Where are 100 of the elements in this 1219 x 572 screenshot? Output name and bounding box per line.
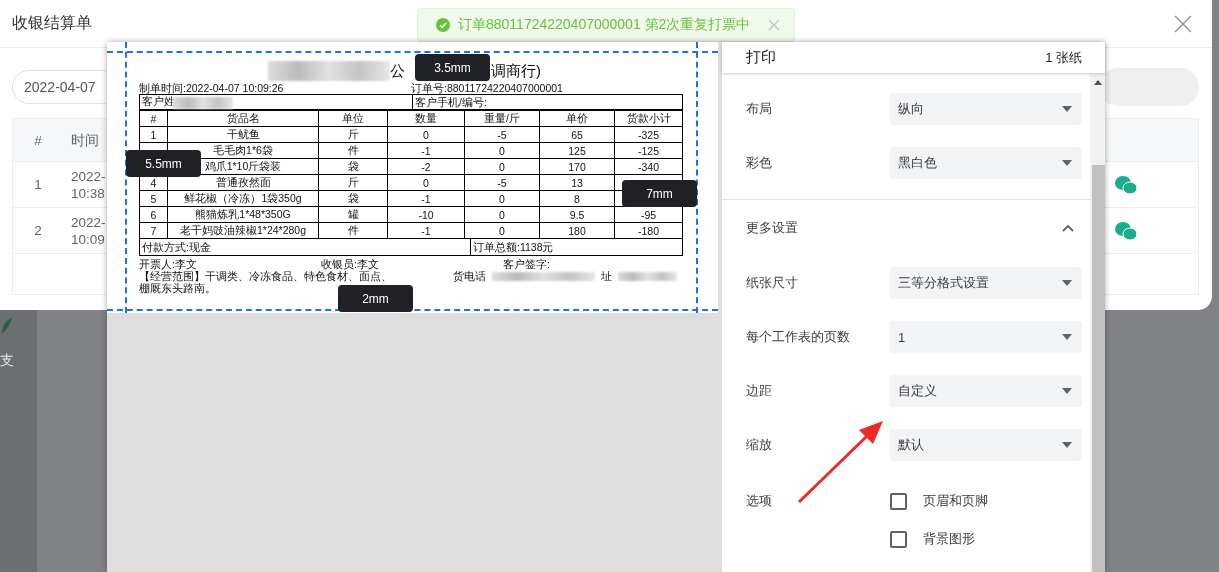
- table-cell: 袋: [318, 158, 388, 175]
- chevron-icon[interactable]: [1062, 224, 1074, 232]
- dropdown[interactable]: 三等分格式设置: [890, 267, 1082, 299]
- table-cell: -5: [464, 126, 540, 143]
- caret-icon: [1062, 388, 1072, 394]
- column-header: 数量: [387, 110, 465, 127]
- table-cell: 65: [539, 126, 615, 143]
- table-cell: 170: [539, 158, 615, 175]
- dropdown[interactable]: 默认: [890, 429, 1082, 461]
- caret-icon: [1062, 442, 1072, 448]
- column-header: #: [139, 110, 168, 127]
- table-cell: 5: [139, 190, 168, 207]
- table-cell: 客户手机/编号:: [412, 95, 684, 109]
- checkbox[interactable]: [890, 492, 907, 510]
- table-cell: 0: [464, 142, 540, 159]
- dialog-title: 收银结算单: [12, 13, 92, 33]
- table-cell: -2: [387, 158, 465, 175]
- margin-tooltip: 3.5mm: [415, 54, 490, 81]
- dropdown[interactable]: 自定义: [890, 375, 1082, 407]
- column-header: 货款小计: [614, 110, 683, 127]
- table-cell: 罐: [318, 206, 388, 223]
- caret-icon: [1062, 334, 1072, 340]
- chat-bubbles-icon[interactable]: [1114, 220, 1138, 241]
- sheet-count: 1 张纸: [1045, 48, 1082, 67]
- setting-label: 纸张尺寸: [746, 274, 798, 292]
- table-cell: 斤: [318, 126, 388, 143]
- table-cell: 0: [387, 126, 465, 143]
- table-cell: 0: [464, 222, 540, 239]
- checkbox[interactable]: [890, 530, 907, 548]
- chat-bubbles-icon[interactable]: [1114, 174, 1138, 195]
- checkbox-label[interactable]: 背景图形: [923, 530, 975, 548]
- receipt-text: 订单号:88011724220407000001: [411, 82, 564, 94]
- table-cell: 熊猫炼乳1*48*350G: [167, 206, 319, 223]
- table-cell: -5: [464, 174, 540, 191]
- toast-text: 订单88011724220407000001 第2次重复打票中: [458, 16, 752, 34]
- column-header: 单价: [539, 110, 615, 127]
- receipt-text: 客户签字:: [503, 258, 551, 270]
- table-cell: 180: [539, 222, 615, 239]
- caret-icon: [1062, 106, 1072, 112]
- receipt-title: 调商行): [491, 61, 541, 81]
- receipt-text: 收银员:李文: [321, 258, 380, 270]
- table-cell: 125: [539, 142, 615, 159]
- dropdown[interactable]: 纵向: [890, 93, 1082, 125]
- check-circle-icon: [436, 18, 450, 32]
- table-cell: -10: [387, 206, 465, 223]
- table-cell: 客户姓: [140, 95, 412, 109]
- table-cell-text: 2: [33, 223, 43, 238]
- column-header: #: [33, 132, 43, 148]
- dropdown[interactable]: 黑白色: [890, 147, 1082, 179]
- menu-label[interactable]: 支: [0, 352, 14, 370]
- table-cell: -125: [614, 142, 683, 159]
- setting-label: 选项: [746, 492, 772, 510]
- table-cell: 13: [539, 174, 615, 191]
- table-cell: -180: [614, 222, 683, 239]
- setting-label: 布局: [746, 100, 772, 118]
- margin-tooltip: 2mm: [338, 285, 413, 312]
- table-cell: 袋: [318, 190, 388, 207]
- setting-label: 边距: [746, 382, 772, 400]
- close-icon[interactable]: [768, 19, 780, 31]
- margin-tooltip: 7mm: [622, 180, 697, 207]
- setting-label: 缩放: [746, 436, 772, 454]
- table-cell: -340: [614, 158, 683, 175]
- setting-label: 每个工作表的页数: [746, 328, 850, 346]
- table-cell: 1: [139, 126, 168, 143]
- receipt-title: 公: [390, 61, 405, 81]
- table-cell: 0: [387, 174, 465, 191]
- column-header: 时间: [70, 131, 100, 149]
- receipt-text: 制单时间:2022-04-07 10:09:26: [139, 82, 285, 94]
- table-cell: -1: [387, 222, 465, 239]
- receipt-text: 货电话: [452, 270, 486, 282]
- caret-icon: [1062, 280, 1072, 286]
- table-cell: 订单总额:1138元: [470, 239, 554, 255]
- checkbox-label[interactable]: 页眉和页脚: [923, 492, 988, 510]
- dropdown[interactable]: 1: [890, 321, 1082, 353]
- print-title: 打印: [746, 48, 776, 67]
- table-cell: 0: [464, 158, 540, 175]
- receipt-text: 【经营范围】干调类、冷冻食品、特色食材、面点、: [139, 270, 392, 282]
- table-cell: -1: [387, 190, 465, 207]
- margin-tooltip: 5.5mm: [126, 150, 201, 177]
- receipt-text: 址: [601, 270, 613, 282]
- section-header[interactable]: 更多设置: [746, 219, 798, 237]
- table-cell: 斤: [318, 174, 388, 191]
- table-cell: 干鱿鱼: [167, 126, 319, 143]
- table-cell: 老干妈豉油辣椒1*24*280g: [167, 222, 319, 239]
- blurred-region: [618, 271, 677, 281]
- table-cell: 6: [139, 206, 168, 223]
- table-cell-text: 1: [33, 177, 43, 192]
- table-cell: 8: [539, 190, 615, 207]
- close-icon[interactable]: [1174, 14, 1192, 33]
- receipt-text: 棚厩东头路南。: [139, 282, 216, 294]
- plant-icon: [0, 316, 14, 336]
- table-cell-text: 2022- 10:09: [70, 213, 107, 248]
- table-cell-text: 付款方式:现金: [141, 241, 212, 253]
- scrollbar[interactable]: [1090, 73, 1105, 572]
- scroll-up-icon[interactable]: [1094, 80, 1102, 85]
- table-cell: 0: [464, 206, 540, 223]
- table-cell: 9.5: [539, 206, 615, 223]
- table-cell: -325: [614, 126, 683, 143]
- table-cell: 鲜花椒（冷冻）1袋350g: [167, 190, 319, 207]
- table-cell: 0: [464, 190, 540, 207]
